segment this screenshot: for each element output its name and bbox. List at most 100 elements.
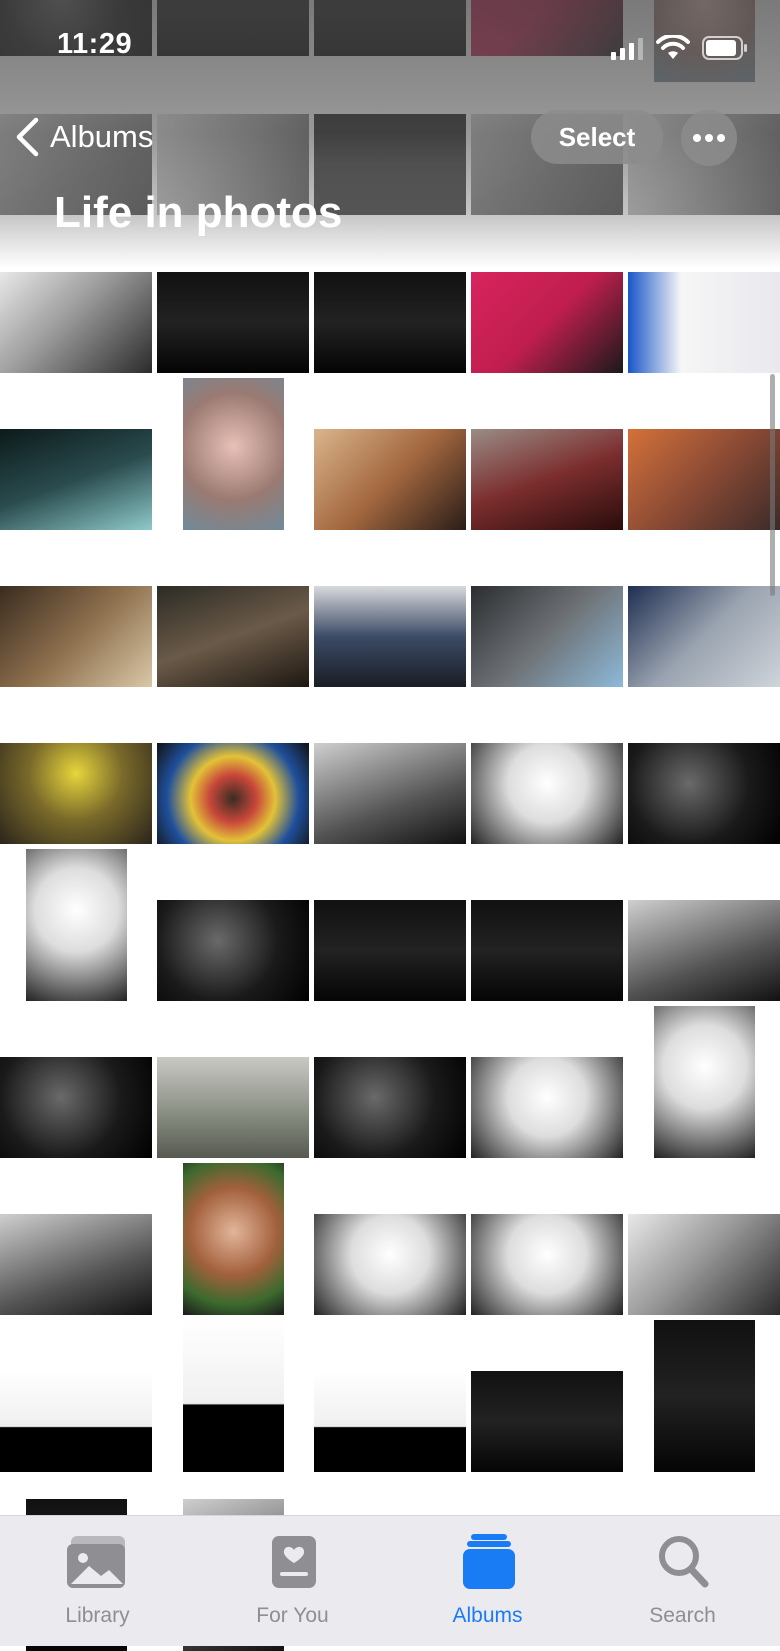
photo-image bbox=[314, 1371, 466, 1472]
photo-image bbox=[314, 586, 466, 687]
tab-for-you[interactable]: For You bbox=[195, 1516, 390, 1646]
photo-thumbnail[interactable] bbox=[157, 849, 309, 1001]
photo-thumbnail[interactable] bbox=[314, 1006, 466, 1158]
photo-thumbnail[interactable] bbox=[471, 1006, 623, 1158]
photo-thumbnail[interactable] bbox=[628, 1006, 780, 1158]
photo-thumbnail[interactable] bbox=[628, 1163, 780, 1315]
photo-thumbnail[interactable] bbox=[628, 692, 780, 844]
photo-image bbox=[471, 743, 623, 844]
photo-thumbnail[interactable] bbox=[471, 378, 623, 530]
battery-icon bbox=[702, 36, 747, 60]
wifi-icon bbox=[656, 35, 690, 59]
tab-library[interactable]: Library bbox=[0, 1516, 195, 1646]
tab-library-label: Library bbox=[65, 1604, 130, 1627]
photo-image bbox=[628, 900, 780, 1001]
photo-thumbnail[interactable] bbox=[0, 849, 152, 1001]
photo-image bbox=[471, 1057, 623, 1158]
status-time: 11:29 bbox=[57, 28, 133, 60]
photo-image bbox=[26, 849, 127, 1001]
photo-image bbox=[628, 586, 780, 687]
photo-thumbnail[interactable] bbox=[0, 1320, 152, 1472]
photo-thumbnail[interactable] bbox=[157, 378, 309, 530]
photo-thumbnail[interactable] bbox=[157, 1006, 309, 1158]
photo-image bbox=[183, 1163, 284, 1315]
photo-image bbox=[183, 378, 284, 530]
photo-thumbnail[interactable] bbox=[314, 378, 466, 530]
photo-image bbox=[628, 272, 780, 373]
photo-image bbox=[471, 586, 623, 687]
photo-image bbox=[0, 1214, 152, 1315]
chevron-left-icon bbox=[16, 117, 39, 157]
photo-image bbox=[471, 1214, 623, 1315]
tab-for-you-label: For You bbox=[256, 1604, 329, 1627]
photo-thumbnail[interactable] bbox=[628, 535, 780, 687]
photo-thumbnail[interactable] bbox=[314, 692, 466, 844]
photo-thumbnail[interactable] bbox=[157, 692, 309, 844]
photo-thumbnail[interactable] bbox=[471, 849, 623, 1001]
photo-thumbnail[interactable] bbox=[0, 692, 152, 844]
photo-thumbnail[interactable] bbox=[314, 535, 466, 687]
photo-thumbnail[interactable] bbox=[628, 378, 780, 530]
for-you-icon bbox=[271, 1536, 316, 1588]
albums-icon bbox=[462, 1534, 515, 1589]
photo-thumbnail[interactable] bbox=[471, 692, 623, 844]
select-button[interactable]: Select bbox=[531, 110, 663, 164]
photo-image bbox=[471, 429, 623, 530]
photo-thumbnail[interactable] bbox=[314, 1320, 466, 1472]
photo-thumbnail[interactable] bbox=[471, 1320, 623, 1472]
photo-image bbox=[471, 272, 623, 373]
photo-thumbnail[interactable] bbox=[314, 1163, 466, 1315]
photo-image bbox=[157, 743, 309, 844]
status-bar: 11:29 bbox=[0, 0, 780, 100]
tab-bar: Library For You Albums Search bbox=[0, 1515, 780, 1646]
photo-thumbnail[interactable] bbox=[471, 1163, 623, 1315]
photo-image bbox=[628, 429, 780, 530]
cellular-signal-icon bbox=[611, 38, 643, 60]
photo-image bbox=[314, 900, 466, 1001]
photo-image bbox=[0, 586, 152, 687]
tab-search[interactable]: Search bbox=[585, 1516, 780, 1646]
photo-image bbox=[314, 429, 466, 530]
photo-image bbox=[314, 1214, 466, 1315]
photo-image bbox=[654, 1006, 755, 1158]
photo-image bbox=[157, 586, 309, 687]
photo-thumbnail[interactable] bbox=[0, 1006, 152, 1158]
photo-image bbox=[471, 900, 623, 1001]
photo-image bbox=[0, 1371, 152, 1472]
photo-image bbox=[654, 1320, 755, 1472]
photo-image bbox=[183, 1320, 284, 1472]
photo-image bbox=[314, 743, 466, 844]
photo-thumbnail[interactable] bbox=[0, 535, 152, 687]
photo-thumbnail[interactable] bbox=[314, 849, 466, 1001]
back-button[interactable]: Albums bbox=[14, 112, 153, 162]
photo-thumbnail[interactable] bbox=[157, 1163, 309, 1315]
photo-image bbox=[157, 900, 309, 1001]
tab-search-label: Search bbox=[649, 1604, 716, 1627]
photo-image bbox=[314, 1057, 466, 1158]
photo-image bbox=[0, 429, 152, 530]
photo-library-icon bbox=[66, 1536, 125, 1588]
photo-image bbox=[157, 272, 309, 373]
ellipsis-icon bbox=[693, 134, 725, 142]
photo-image bbox=[0, 743, 152, 844]
photo-image bbox=[628, 1214, 780, 1315]
photo-thumbnail[interactable] bbox=[0, 1163, 152, 1315]
photo-image bbox=[0, 272, 152, 373]
photo-thumbnail[interactable] bbox=[628, 1320, 780, 1472]
photo-thumbnail[interactable] bbox=[157, 535, 309, 687]
photo-image bbox=[157, 1057, 309, 1158]
back-button-label: Albums bbox=[50, 119, 154, 154]
photo-thumbnail[interactable] bbox=[0, 378, 152, 530]
scroll-indicator[interactable] bbox=[770, 374, 775, 596]
tab-albums-label: Albums bbox=[452, 1604, 523, 1627]
photo-thumbnail[interactable] bbox=[628, 849, 780, 1001]
tab-albums[interactable]: Albums bbox=[390, 1516, 585, 1646]
photo-thumbnail[interactable] bbox=[471, 535, 623, 687]
photo-thumbnail[interactable] bbox=[157, 1320, 309, 1472]
photo-image bbox=[0, 1057, 152, 1158]
photo-image bbox=[314, 272, 466, 373]
album-title: Life in photos bbox=[54, 188, 343, 237]
search-icon bbox=[658, 1536, 708, 1588]
photo-image bbox=[628, 743, 780, 844]
more-options-button[interactable] bbox=[681, 110, 737, 166]
